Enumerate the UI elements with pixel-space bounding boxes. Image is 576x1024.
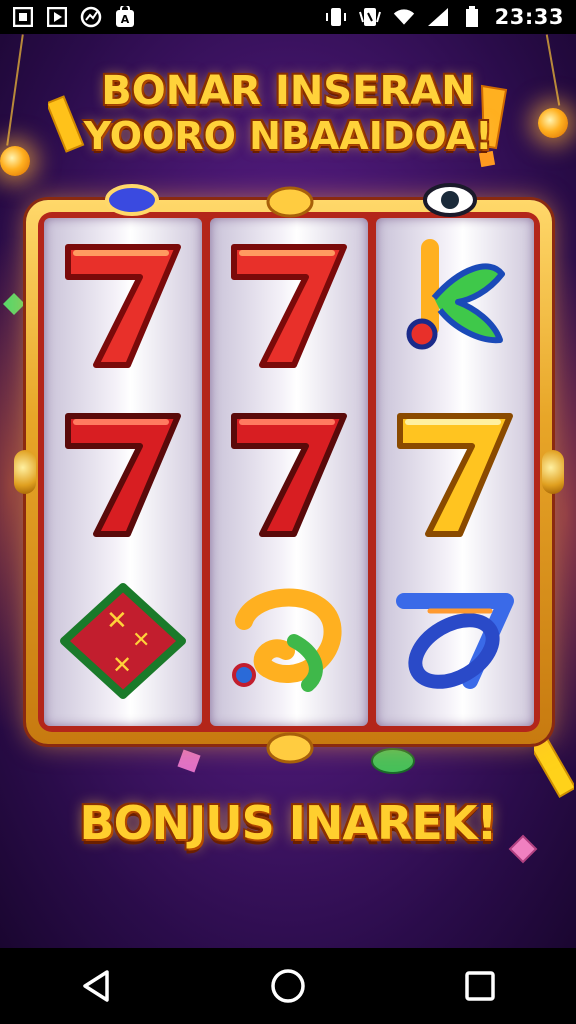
signal-icon bbox=[427, 6, 449, 28]
seven-red-icon bbox=[53, 228, 193, 378]
diamond-badge-icon: ✕ ✕ ✕ bbox=[53, 566, 193, 716]
blue-swirl-icon bbox=[385, 566, 525, 716]
eye-gem-icon bbox=[423, 183, 477, 217]
k-symbol-icon bbox=[385, 228, 525, 378]
title-line-1: BONAR INSERAN bbox=[101, 68, 475, 114]
bonus-banner: BONJUS INAREK! bbox=[79, 796, 498, 850]
play-icon bbox=[46, 6, 68, 28]
reel-1[interactable]: ✕ ✕ ✕ bbox=[44, 218, 202, 726]
reels: ✕ ✕ ✕ bbox=[44, 218, 534, 726]
chart-icon bbox=[80, 6, 102, 28]
reel-frame: ✕ ✕ ✕ bbox=[14, 183, 564, 764]
vibrate-icon bbox=[325, 6, 347, 28]
svg-text:✕: ✕ bbox=[106, 606, 128, 636]
back-button[interactable] bbox=[72, 962, 120, 1010]
image-icon bbox=[12, 6, 34, 28]
svg-text:✕: ✕ bbox=[132, 628, 150, 653]
green-gem-icon bbox=[371, 748, 415, 774]
recents-button[interactable] bbox=[456, 962, 504, 1010]
title-line-2: YOORO NBAAIDOA! bbox=[83, 114, 493, 158]
recents-icon bbox=[465, 971, 495, 1001]
nfc-icon bbox=[358, 6, 381, 28]
status-bar: A 23:33 bbox=[0, 0, 576, 34]
home-button[interactable] bbox=[264, 962, 312, 1010]
status-bar-system: 23:33 bbox=[325, 5, 564, 29]
reel-3[interactable] bbox=[376, 218, 534, 726]
swirl-symbol-icon bbox=[219, 566, 359, 716]
seven-red-icon bbox=[219, 228, 359, 378]
top-crest-icon bbox=[266, 186, 314, 218]
battery-icon bbox=[461, 6, 483, 28]
navigation-bar bbox=[0, 948, 576, 1024]
home-icon bbox=[271, 969, 305, 1003]
svg-text:A: A bbox=[121, 13, 130, 26]
confetti-green-icon bbox=[3, 293, 25, 315]
seven-red-icon bbox=[53, 397, 193, 547]
seven-gold-icon bbox=[385, 397, 525, 547]
wifi-icon bbox=[393, 6, 415, 28]
seven-red-icon bbox=[219, 397, 359, 547]
right-knob-icon bbox=[542, 450, 564, 494]
confetti-pink-icon bbox=[177, 749, 201, 773]
shop-icon: A bbox=[114, 6, 136, 28]
status-bar-notifications: A bbox=[12, 6, 136, 28]
back-icon bbox=[83, 970, 109, 1002]
confetti-yellow-icon bbox=[534, 736, 574, 798]
reel-2[interactable] bbox=[210, 218, 368, 726]
bottom-crest-icon bbox=[266, 732, 314, 764]
slot-game-screen: BONAR INSERAN YOORO NBAAIDOA! ✕ ✕ ✕ BONJ… bbox=[0, 34, 576, 948]
status-time: 23:33 bbox=[494, 5, 564, 29]
blue-gem-icon bbox=[105, 184, 159, 216]
svg-text:✕: ✕ bbox=[112, 651, 132, 679]
reel-window: ✕ ✕ ✕ bbox=[38, 212, 540, 732]
left-knob-icon bbox=[14, 450, 36, 494]
